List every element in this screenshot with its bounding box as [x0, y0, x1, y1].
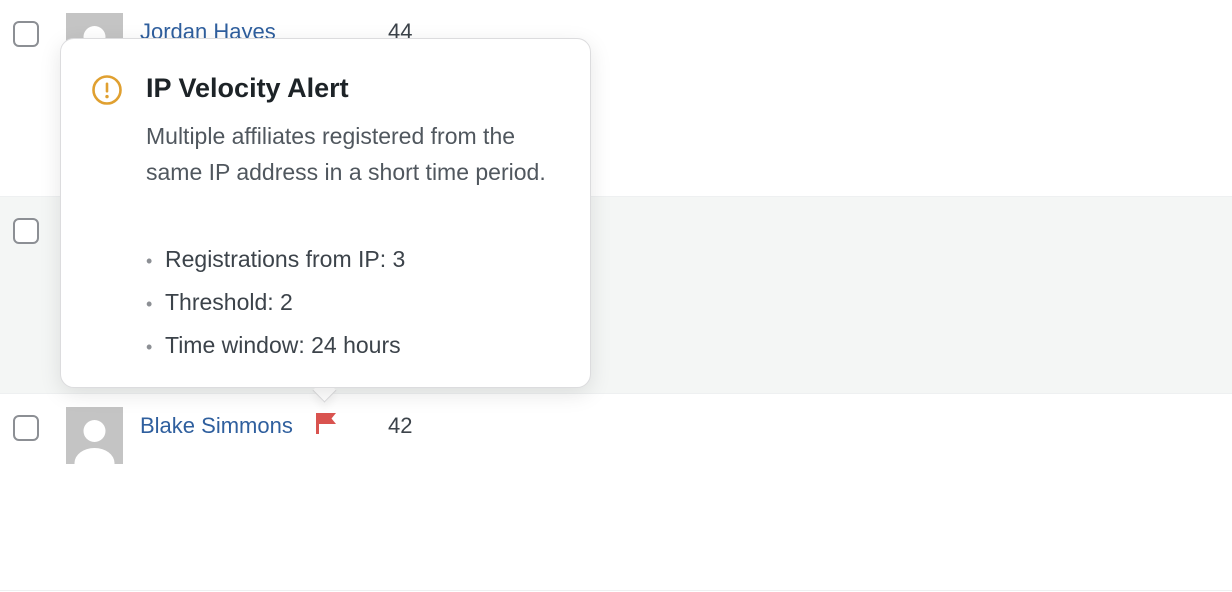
row-checkbox[interactable]	[13, 415, 39, 441]
row-checkbox[interactable]	[13, 218, 39, 244]
list-item: • Threshold: 2	[146, 281, 405, 324]
tooltip-description: Multiple affiliates registered from the …	[146, 123, 546, 185]
list-item: • Registrations from IP: 3	[146, 238, 405, 281]
bullet-icon: •	[146, 294, 153, 314]
flag-icon[interactable]	[315, 412, 337, 434]
row-checkbox[interactable]	[13, 21, 39, 47]
alert-circle-icon	[91, 74, 123, 106]
referral-count: 42	[388, 413, 413, 438]
tooltip-details: • Registrations from IP: 3 • Threshold: 2 …	[146, 238, 405, 367]
avatar	[66, 407, 123, 464]
bullet-icon: •	[146, 337, 153, 357]
tooltip-title: IP Velocity Alert	[146, 73, 349, 103]
table-row: Blake Simmons 42	[0, 394, 1232, 591]
ip-velocity-tooltip: IP Velocity Alert Multiple affiliates re…	[60, 38, 591, 388]
list-item: • Time window: 24 hours	[146, 324, 405, 367]
bullet-icon: •	[146, 251, 153, 271]
affiliate-name-link[interactable]: Blake Simmons	[140, 413, 293, 439]
